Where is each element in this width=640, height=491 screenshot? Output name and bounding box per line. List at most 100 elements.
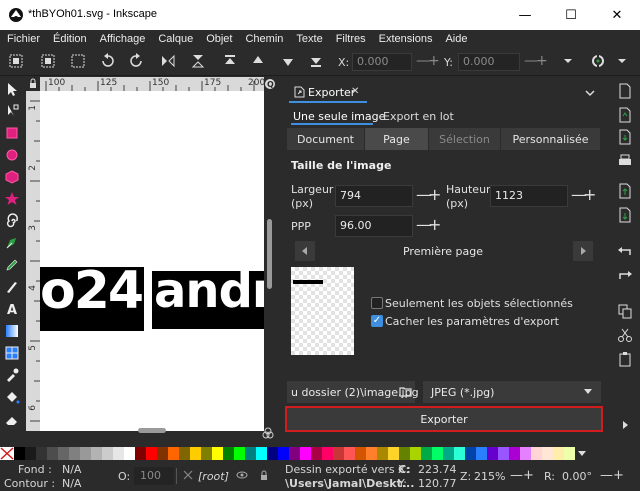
gradient-tool-icon[interactable]	[4, 323, 20, 339]
filename-field[interactable]: u dossier (2)\image.jpg	[287, 381, 419, 403]
palette-swatch[interactable]	[14, 447, 25, 460]
open-document-icon[interactable]	[617, 107, 633, 123]
dropper-tool-icon[interactable]	[4, 367, 20, 383]
y-increment[interactable]: +	[536, 53, 548, 69]
width-increment[interactable]: +	[428, 185, 441, 205]
palette-swatch[interactable]	[234, 447, 245, 460]
page-area[interactable]: o24 andı	[40, 91, 264, 431]
visibility-icon[interactable]	[236, 469, 248, 481]
print-icon[interactable]	[617, 153, 633, 169]
palette-swatch[interactable]	[267, 447, 278, 460]
palette-swatch[interactable]	[168, 447, 179, 460]
palette-swatch[interactable]	[146, 447, 157, 460]
palette-swatch[interactable]	[102, 447, 113, 460]
paste-icon[interactable]	[617, 351, 633, 367]
palette-swatch[interactable]	[201, 447, 212, 460]
height-input[interactable]: 1123	[490, 185, 568, 207]
rotate-cw-icon[interactable]	[128, 53, 144, 69]
zoom-decrement[interactable]: —	[510, 468, 523, 483]
palette-swatch[interactable]	[179, 447, 190, 460]
palette-swatch[interactable]	[421, 447, 432, 460]
stroke-value[interactable]: N/A	[62, 477, 81, 490]
layer-toggle-icon[interactable]	[182, 469, 194, 481]
area-custom[interactable]: Personnalisée	[501, 128, 601, 150]
palette-swatch[interactable]	[300, 447, 311, 460]
menu-chemin[interactable]: Chemin	[238, 33, 289, 45]
palette-swatch[interactable]	[454, 447, 465, 460]
folder-icon[interactable]	[399, 385, 412, 398]
palette-swatch[interactable]	[377, 447, 388, 460]
raise-icon[interactable]	[250, 53, 266, 69]
3d-box-tool-icon[interactable]	[4, 169, 20, 185]
horizontal-ruler[interactable]: 100 125 150 175 200	[40, 77, 264, 91]
palette-swatch[interactable]	[476, 447, 487, 460]
dpi-increment[interactable]: +	[428, 215, 441, 235]
palette-swatch[interactable]	[355, 447, 366, 460]
copy-icon[interactable]	[617, 303, 633, 319]
palette-swatch[interactable]	[157, 447, 168, 460]
current-layer[interactable]: [root]	[198, 470, 229, 483]
menu-aide[interactable]: Aide	[438, 33, 473, 45]
height-increment[interactable]: +	[583, 185, 596, 205]
palette-swatch[interactable]	[289, 447, 300, 460]
spiral-tool-icon[interactable]	[4, 213, 20, 229]
tab-single-image[interactable]: Une seule image	[293, 110, 385, 123]
drawing-canvas[interactable]: o24 andı	[40, 91, 264, 431]
rotate-ccw-icon[interactable]	[100, 53, 116, 69]
fill-value[interactable]: N/A	[62, 463, 81, 476]
redo-icon[interactable]	[617, 267, 633, 283]
hide-params-checkbox[interactable]: ✓	[371, 315, 383, 327]
canvas-vertical-scrollbar[interactable]	[266, 91, 274, 431]
x-input[interactable]: 0.000	[352, 53, 412, 71]
selector-tool-icon[interactable]	[4, 81, 20, 97]
palette-swatch[interactable]	[443, 447, 454, 460]
lower-to-bottom-icon[interactable]	[308, 53, 324, 69]
palette-swatch[interactable]	[278, 447, 289, 460]
rotate-value[interactable]: 0.00°	[562, 470, 592, 483]
raise-to-top-icon[interactable]	[222, 53, 238, 69]
rectangle-tool-icon[interactable]	[4, 125, 20, 141]
tab-batch-export[interactable]: Export en lot	[383, 110, 454, 123]
opacity-input[interactable]: 100	[134, 467, 174, 485]
canvas-options-icon[interactable]	[262, 427, 274, 439]
palette-swatch[interactable]	[498, 447, 509, 460]
cut-icon[interactable]	[617, 327, 633, 343]
palette-swatch[interactable]	[520, 447, 531, 460]
palette-swatch[interactable]	[47, 447, 58, 460]
eraser-tool-icon[interactable]	[4, 411, 20, 427]
palette-swatch[interactable]	[190, 447, 201, 460]
palette-swatch[interactable]	[135, 447, 146, 460]
palette-swatch[interactable]	[465, 447, 476, 460]
palette-swatch[interactable]	[245, 447, 256, 460]
calligraphy-tool-icon[interactable]	[4, 279, 20, 295]
palette-swatch[interactable]	[311, 447, 322, 460]
ellipse-tool-icon[interactable]	[4, 147, 20, 163]
palette-swatch[interactable]	[223, 447, 234, 460]
deselect-icon[interactable]	[70, 53, 86, 69]
undo-icon[interactable]	[617, 243, 633, 259]
display-mode-icon[interactable]: Q	[264, 77, 276, 91]
palette-swatch[interactable]	[344, 447, 355, 460]
palette-swatch[interactable]	[25, 447, 36, 460]
mesh-tool-icon[interactable]	[4, 345, 20, 361]
menu-edition[interactable]: Édition	[46, 33, 93, 45]
palette-swatch[interactable]	[113, 447, 124, 460]
lower-icon[interactable]	[280, 53, 296, 69]
palette-swatch[interactable]	[212, 447, 223, 460]
palette-swatch[interactable]	[333, 447, 344, 460]
palette-swatch[interactable]	[531, 447, 542, 460]
new-document-icon[interactable]	[617, 83, 633, 99]
y-input[interactable]: 0.000	[458, 53, 520, 71]
pencil-tool-icon[interactable]	[4, 257, 20, 273]
star-tool-icon[interactable]	[4, 191, 20, 207]
menu-extensions[interactable]: Extensions	[372, 33, 439, 45]
select-all-layers-icon[interactable]	[40, 53, 56, 69]
canvas-horizontal-scrollbar[interactable]	[40, 427, 264, 435]
zoom-value[interactable]: 215%	[474, 470, 505, 483]
menu-affichage[interactable]: Affichage	[93, 33, 152, 45]
area-selection[interactable]: Sélection	[429, 128, 501, 150]
select-all-icon[interactable]	[8, 53, 24, 69]
vertical-ruler[interactable]: 1 2 3 4 5 6	[26, 91, 40, 431]
text-tool-icon[interactable]: A	[4, 301, 20, 317]
palette-swatch[interactable]	[80, 447, 91, 460]
